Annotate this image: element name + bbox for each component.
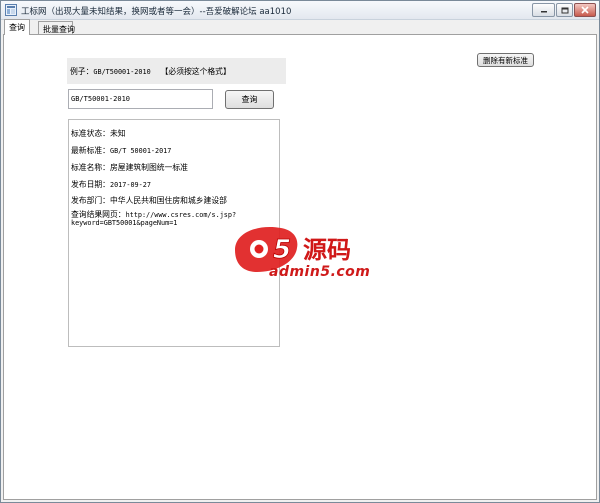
title-bar[interactable]: 工标网（出现大量未知结果，换网或者等一会）--吾爱破解论坛 aa1010 <box>1 1 599 20</box>
result-latest-value: GB/T 50001-2017 <box>109 147 172 155</box>
result-url-label: 查询结果网页： <box>71 210 126 219</box>
delete-new-standard-button[interactable]: 删除有新标准 <box>477 53 534 67</box>
watermark-logo: 5 源码 admin5.com <box>229 220 375 282</box>
result-status: 标准状态：未知 <box>71 128 126 139</box>
result-date-value: 2017-09-27 <box>109 181 151 189</box>
minimize-button[interactable] <box>532 3 555 17</box>
result-dept-label: 发布部门： <box>71 196 110 205</box>
watermark-site: admin5.com <box>269 264 371 280</box>
watermark-brand: 源码 <box>303 236 351 264</box>
maximize-button[interactable] <box>556 3 573 17</box>
app-window: 工标网（出现大量未知结果，换网或者等一会）--吾爱破解论坛 aa1010 查询 … <box>0 0 600 503</box>
close-icon <box>581 6 589 14</box>
close-button[interactable] <box>574 3 596 17</box>
example-note: 【必须按这个格式】 <box>160 67 231 76</box>
result-status-label: 标准状态： <box>71 129 110 138</box>
svg-text:5: 5 <box>273 235 291 265</box>
maximize-icon <box>561 7 568 13</box>
result-dept-value: 中华人民共和国住房和城乡建设部 <box>109 196 227 205</box>
example-prefix: 例子： <box>70 67 94 76</box>
example-label: 例子：GB/T50001-2010 【必须按这个格式】 <box>67 58 286 84</box>
result-name: 标准名称：房屋建筑制图统一标准 <box>71 162 188 173</box>
window-title: 工标网（出现大量未知结果，换网或者等一会）--吾爱破解论坛 aa1010 <box>21 7 292 17</box>
app-icon <box>5 4 17 16</box>
result-url-value-1: http://www.csres.com/s.jsp? <box>125 211 237 219</box>
tab-query[interactable]: 查询 <box>4 19 30 35</box>
result-name-value: 房屋建筑制图统一标准 <box>109 163 188 172</box>
example-code: GB/T50001-2010 <box>93 68 151 76</box>
result-dept: 发布部门：中华人民共和国住房和城乡建设部 <box>71 195 227 206</box>
minimize-icon <box>540 11 547 13</box>
result-date: 发布日期：2017-09-27 <box>71 179 151 190</box>
standard-input[interactable]: GB/T50001-2010 <box>68 89 213 109</box>
result-latest: 最新标准：GB/T 50001-2017 <box>71 145 171 156</box>
result-date-label: 发布日期： <box>71 180 110 189</box>
result-url: 查询结果网页：http://www.csres.com/s.jsp? keywo… <box>71 210 237 228</box>
result-url-value-2: keyword=GBT50001&pageNum=1 <box>71 219 178 227</box>
result-latest-label: 最新标准： <box>71 146 110 155</box>
result-status-value: 未知 <box>109 129 126 138</box>
query-button[interactable]: 查询 <box>225 90 274 109</box>
result-name-label: 标准名称： <box>71 163 110 172</box>
